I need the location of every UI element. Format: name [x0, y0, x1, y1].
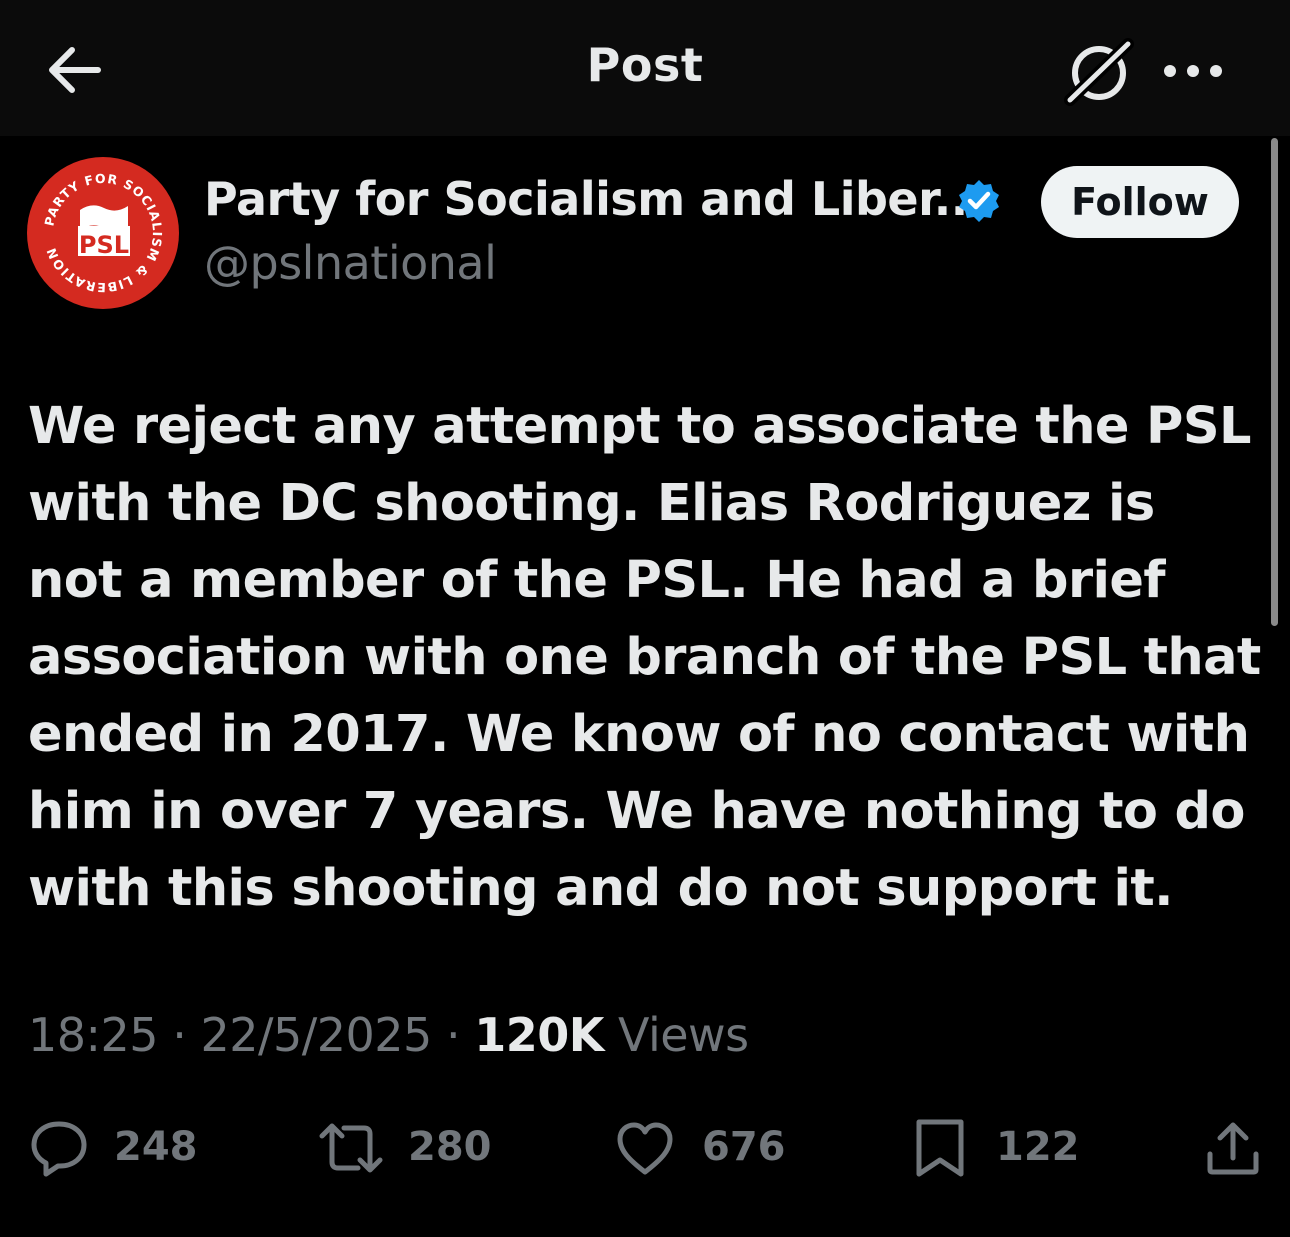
verified-badge-icon: [956, 178, 1002, 224]
reply-count: 248: [114, 1124, 198, 1170]
author-handle[interactable]: @pslnational: [204, 236, 497, 290]
avatar[interactable]: PARTY FOR SOCIALISM & LIBERATION PSL: [26, 156, 180, 310]
grok-button[interactable]: [1062, 38, 1138, 106]
bookmark-icon: [916, 1119, 964, 1177]
scrollbar[interactable]: [1271, 138, 1278, 626]
like-count: 676: [702, 1124, 786, 1170]
svg-text:PSL: PSL: [79, 231, 129, 259]
grok-icon: [1064, 38, 1134, 106]
meta-separator: ·: [445, 1008, 461, 1062]
reply-icon: [31, 1121, 87, 1177]
post-time[interactable]: 18:25: [28, 1008, 159, 1062]
repost-count: 280: [408, 1124, 492, 1170]
post-date[interactable]: 22/5/2025: [200, 1008, 432, 1062]
bookmark-button[interactable]: 122: [912, 1118, 1092, 1180]
repost-icon: [319, 1123, 383, 1173]
share-icon: [1207, 1122, 1259, 1175]
author-display-name[interactable]: Party for Socialism and Liber...: [204, 172, 985, 226]
more-options-button[interactable]: [1160, 56, 1226, 86]
meta-separator: ·: [172, 1008, 187, 1062]
repost-button[interactable]: 280: [316, 1118, 496, 1180]
post-meta: 18:25 · 22/5/2025 · 120K Views: [28, 1008, 749, 1062]
post-text: We reject any attempt to associate the P…: [28, 397, 1261, 918]
heart-icon: [617, 1122, 673, 1175]
psl-logo: PARTY FOR SOCIALISM & LIBERATION PSL: [27, 157, 179, 309]
like-button[interactable]: 676: [614, 1118, 794, 1180]
bookmark-count: 122: [996, 1124, 1080, 1170]
top-bar: Post: [0, 0, 1290, 136]
share-button[interactable]: [1202, 1118, 1264, 1180]
follow-button[interactable]: Follow: [1041, 166, 1239, 238]
views-label: Views: [618, 1008, 749, 1062]
views-count: 120K: [474, 1008, 604, 1062]
reply-button[interactable]: 248: [28, 1118, 208, 1180]
more-horizontal-icon: [1164, 65, 1222, 77]
